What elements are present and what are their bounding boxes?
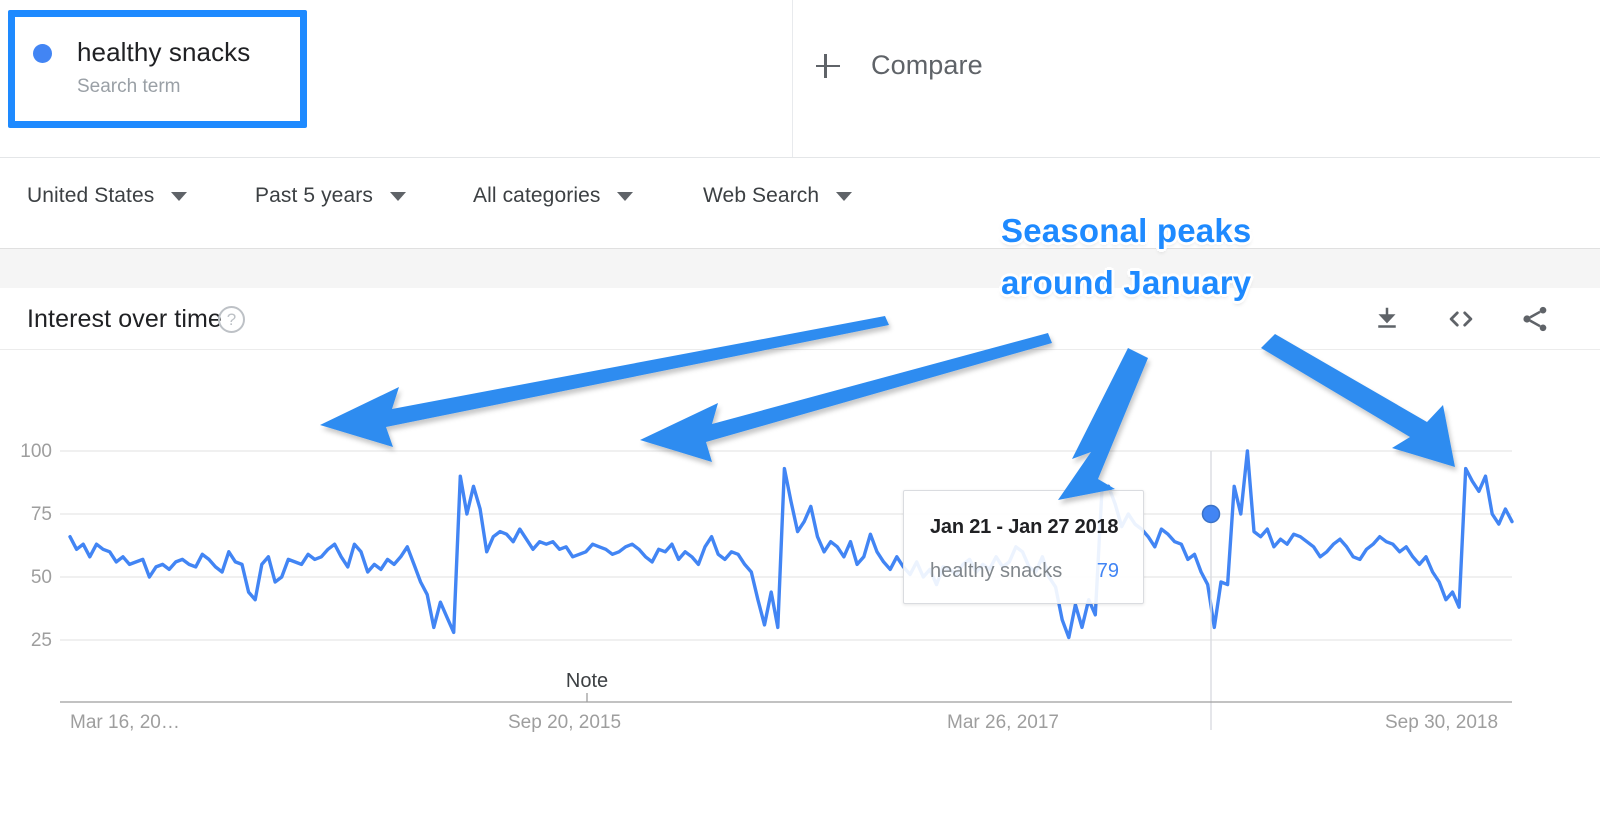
interest-over-time-chart[interactable]: 255075100 Note Mar 16, 20… Sep 20, 2015 Ma… [0,350,1600,758]
compare-label: Compare [871,50,983,80]
svg-text:50: 50 [31,567,52,588]
tooltip-series-name: healthy snacks [930,560,1063,582]
filter-location[interactable]: United States [27,184,188,208]
chart-title: Interest over time [27,305,222,333]
help-icon[interactable]: ? [218,306,245,333]
chart-x-axis-labels: Mar 16, 20… Sep 20, 2015 Mar 26, 2017 Sep 3… [70,712,1498,733]
annotation-text: Seasonal peaks around January [1001,205,1401,309]
chevron-down-icon [617,191,634,201]
filter-search-type-label: Web Search [703,184,820,207]
filter-category-label: All categories [473,184,601,207]
svg-text:Mar 26, 2017: Mar 26, 2017 [947,712,1059,733]
highlighted-data-point [1201,504,1221,524]
filter-time-range[interactable]: Past 5 years [255,184,406,208]
google-trends-screenshot: healthy snacks Search term Compare Unite… [0,0,1600,816]
filter-time-range-label: Past 5 years [255,184,373,207]
note-marker[interactable]: Note [566,670,608,702]
tooltip-value: 79 [1096,560,1119,582]
share-icon[interactable] [1518,302,1552,336]
search-term-title: healthy snacks [77,37,251,67]
svg-text:Mar 16, 20…: Mar 16, 20… [70,712,180,733]
svg-text:Note: Note [566,670,608,692]
tooltip-date-range: Jan 21 - Jan 27 2018 [930,516,1119,538]
search-term-pane: healthy snacks Search term [0,0,792,157]
compare-pane: Compare [792,0,1600,157]
svg-text:25: 25 [31,630,52,651]
svg-text:Sep 30, 2018: Sep 30, 2018 [1385,712,1498,733]
filter-category[interactable]: All categories [473,184,634,208]
chevron-down-icon [836,191,853,201]
search-term-card[interactable]: healthy snacks Search term [8,10,307,128]
svg-text:Sep 20, 2015: Sep 20, 2015 [508,712,621,733]
chart-y-axis-labels: 25 50 75 100 [20,441,52,651]
filter-search-type[interactable]: Web Search [703,184,853,208]
chart-plot-area[interactable]: 25 50 75 100 Note Mar 16, 20… Sep 20, 2015 Ma… [0,350,1600,758]
search-term-card-inner: healthy snacks Search term [15,17,300,121]
embed-code-icon[interactable] [1444,302,1478,336]
annotation-line-2: around January [1001,264,1252,301]
svg-text:75: 75 [31,504,52,525]
filter-location-label: United States [27,184,155,207]
add-comparison-button[interactable]: Compare [813,50,983,81]
series-color-dot [33,44,52,63]
annotation-line-1: Seasonal peaks [1001,212,1252,249]
chevron-down-icon [389,191,406,201]
series-line-healthy-snacks [68,449,1514,640]
interest-over-time-card: Interest over time ? 25 50 75 100 Note M… [0,288,1600,758]
search-term-row: healthy snacks Search term Compare [0,0,1600,157]
chevron-down-icon [171,191,188,201]
search-term-texts: healthy snacks Search term [77,37,250,98]
search-term-subtitle: Search term [77,76,181,97]
svg-text:100: 100 [20,441,52,462]
plus-icon [813,51,843,81]
chart-tooltip: Jan 21 - Jan 27 2018 healthy snacks 79 [903,490,1144,604]
